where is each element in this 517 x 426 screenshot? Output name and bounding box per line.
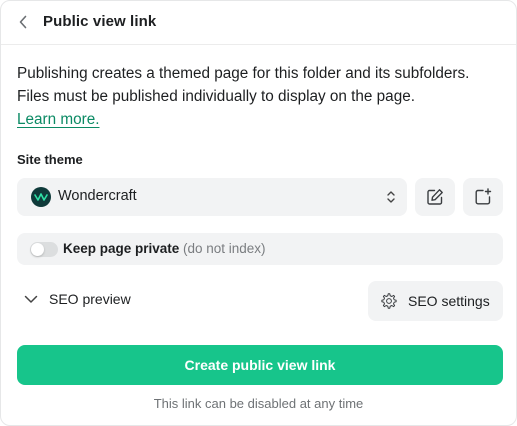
chevron-down-icon [23,291,39,307]
new-theme-button[interactable] [463,178,503,216]
back-button[interactable] [13,11,33,33]
gear-icon [381,293,397,309]
seo-preview-toggle[interactable]: SEO preview [17,287,131,311]
keep-private-row: Keep page private (do not index) [17,233,503,265]
chevron-up-down-icon [387,191,395,203]
description-line-2: Files must be published individually to … [17,88,415,105]
seo-settings-label: SEO settings [408,293,490,309]
create-public-link-button[interactable]: Create public view link [17,345,503,385]
add-window-icon [475,188,492,205]
keep-private-label: Keep page private [63,241,180,256]
selected-theme-name: Wondercraft [58,188,137,204]
wondercraft-logo-icon [31,187,51,207]
public-view-link-panel: Public view link Publishing creates a th… [0,0,517,426]
site-theme-select[interactable]: Wondercraft [17,178,407,216]
keep-private-hint: (do not index) [183,241,266,256]
description-text: Publishing creates a themed page for thi… [17,62,507,108]
keep-private-toggle[interactable] [30,242,58,257]
footnote-text: This link can be disabled at any time [153,396,364,411]
panel-header: Public view link [1,1,516,45]
seo-settings-button[interactable]: SEO settings [368,281,503,321]
chevron-left-icon [19,15,27,29]
learn-more-link[interactable]: Learn more. [17,111,99,129]
edit-theme-button[interactable] [415,178,455,216]
site-theme-label: Site theme [17,152,83,167]
seo-preview-label: SEO preview [49,291,131,307]
toggle-knob [31,243,44,256]
description-line-1: Publishing creates a themed page for thi… [17,65,470,82]
edit-icon [427,189,443,205]
page-title: Public view link [43,13,157,30]
